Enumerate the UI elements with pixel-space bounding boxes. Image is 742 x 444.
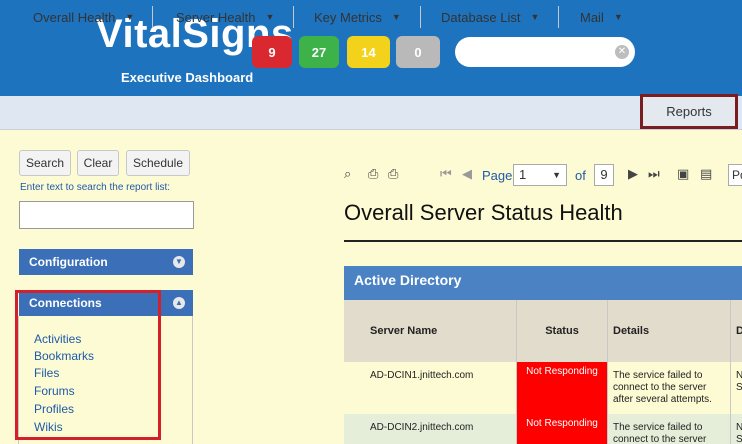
title-divider: [344, 240, 742, 242]
col-d: D: [731, 300, 742, 362]
current-page: 1: [519, 167, 527, 182]
status-cell: Not Responding: [517, 414, 607, 444]
nav-label: Server Health: [176, 9, 256, 25]
caret-down-icon: ▼: [530, 12, 540, 22]
column-divider: [516, 300, 517, 444]
server-name-cell: AD-DCIN2.jnittech.com: [370, 422, 474, 433]
global-search-input[interactable]: [455, 37, 635, 67]
clear-icon[interactable]: ✕: [615, 45, 629, 59]
col-details: Details: [608, 300, 730, 362]
next-page-icon[interactable]: ▶: [628, 166, 638, 182]
nav-mail[interactable]: Mail ▼: [580, 0, 623, 34]
report-title: Overall Server Status Health: [344, 200, 623, 225]
nav-database-list[interactable]: Database List ▼: [441, 0, 539, 34]
alert-badge-warning[interactable]: 14: [347, 36, 390, 68]
nav-label: Reports: [666, 104, 712, 119]
alert-badge-ok[interactable]: 27: [299, 36, 339, 68]
schedule-button[interactable]: Schedule: [126, 150, 190, 176]
export-format-select[interactable]: Pdf: [728, 164, 742, 186]
nav-server-health[interactable]: Server Health ▼: [176, 0, 274, 34]
of-label: of: [575, 168, 586, 183]
nav-divider: [558, 6, 559, 28]
clear-button[interactable]: Clear: [77, 150, 119, 176]
export-icon[interactable]: ▤: [700, 166, 712, 182]
main-nav: [0, 96, 742, 130]
server-name-cell: AD-DCIN1.jnittech.com: [370, 370, 474, 381]
caret-down-icon: ▼: [391, 12, 401, 22]
total-pages: 9: [594, 164, 614, 186]
print-icon[interactable]: ⎙: [368, 166, 378, 182]
expand-icon[interactable]: ▼: [173, 256, 185, 268]
caret-down-icon: ▼: [613, 12, 623, 22]
d-cell: N S: [736, 422, 742, 444]
nav-label: Database List: [441, 9, 521, 25]
alert-badge-critical[interactable]: 9: [252, 36, 292, 68]
nav-divider: [420, 6, 421, 28]
section-label: Configuration: [29, 255, 108, 269]
search-button[interactable]: Search: [19, 150, 71, 176]
find-icon[interactable]: ⌕: [344, 166, 351, 182]
col-server-name: Server Name: [344, 300, 516, 362]
details-cell: The service failed to connect to the ser…: [613, 422, 707, 444]
save-icon[interactable]: ▣: [677, 166, 689, 182]
caret-down-icon: ▼: [265, 12, 275, 22]
report-search-input[interactable]: [19, 201, 194, 229]
column-divider: [607, 300, 608, 444]
page-label: Page: [482, 168, 513, 183]
nav-divider: [293, 6, 294, 28]
nav-reports[interactable]: Reports: [640, 94, 738, 129]
nav-label: Overall Health: [33, 9, 116, 25]
alert-badge-unknown[interactable]: 0: [396, 36, 440, 68]
section-configuration[interactable]: Configuration ▼: [19, 249, 193, 275]
details-cell: The service failed to connect to the ser…: [613, 370, 712, 405]
collapse-icon[interactable]: ▲: [173, 297, 185, 309]
status-cell: Not Responding: [517, 362, 607, 414]
nav-label: Key Metrics: [314, 9, 382, 25]
connections-highlight: [15, 290, 161, 440]
brand-subtitle: Executive Dashboard: [121, 70, 254, 85]
caret-down-icon: ▼: [552, 170, 561, 180]
caret-down-icon: ▼: [125, 12, 135, 22]
nav-overall-health[interactable]: Overall Health ▼: [33, 0, 134, 34]
column-divider: [730, 300, 731, 444]
d-cell: N S: [736, 370, 742, 393]
first-page-icon[interactable]: ⏮: [440, 166, 452, 182]
last-page-icon[interactable]: ⏭: [648, 166, 660, 182]
page-select[interactable]: 1 ▼: [513, 164, 567, 186]
nav-key-metrics[interactable]: Key Metrics ▼: [314, 0, 401, 34]
print-preview-icon[interactable]: ⎙: [388, 166, 398, 182]
search-hint: Enter text to search the report list:: [20, 182, 171, 193]
col-status: Status: [517, 300, 607, 362]
nav-divider: [152, 6, 153, 28]
section-header: Active Directory: [344, 266, 742, 300]
nav-label: Mail: [580, 9, 604, 25]
prev-page-icon[interactable]: ◀: [462, 166, 472, 182]
